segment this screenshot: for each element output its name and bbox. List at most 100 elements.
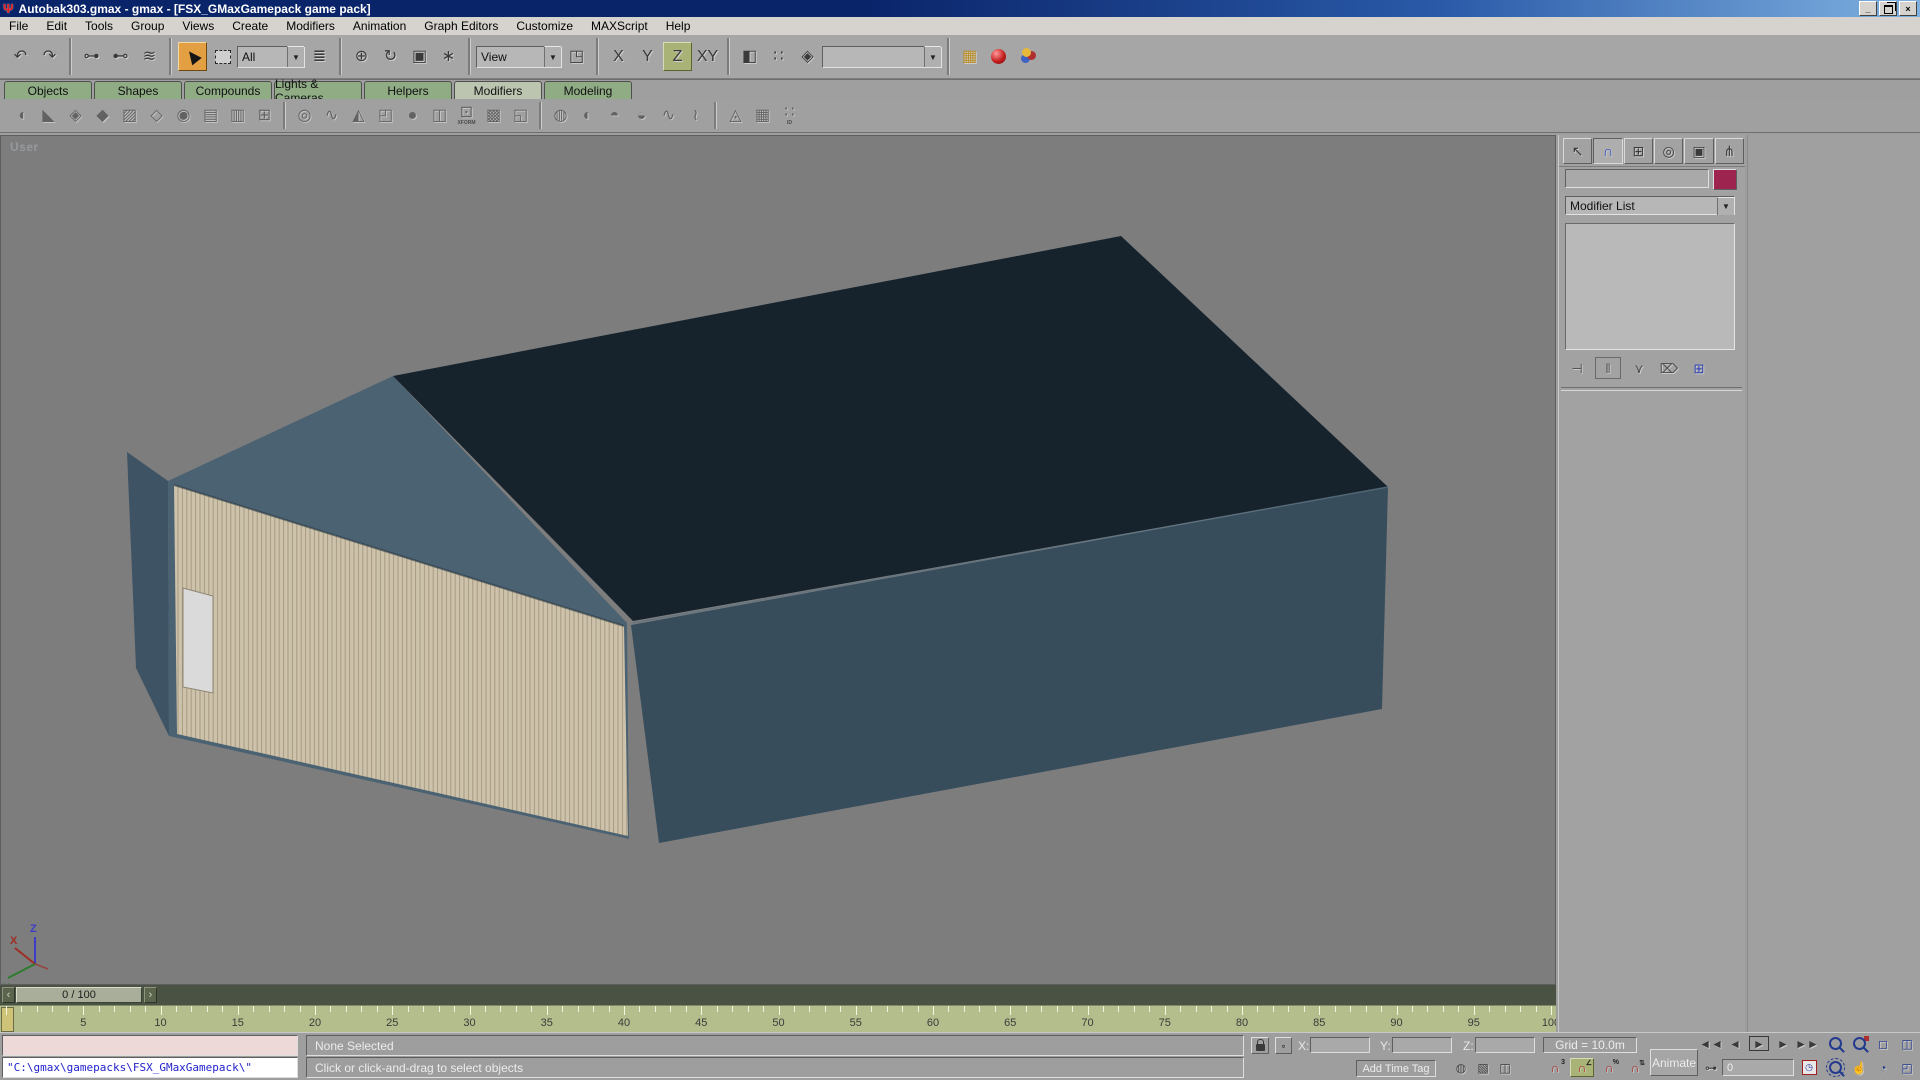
modifier-icon-1[interactable]: ◖ — [8, 101, 35, 131]
building-model[interactable] — [127, 236, 1388, 843]
key-mode-toggle-button[interactable]: ⊶ — [1700, 1059, 1722, 1076]
material-id-icon[interactable]: ∷ID — [776, 101, 803, 131]
object-name-field[interactable] — [1565, 169, 1709, 188]
percent-snap-toggle-button[interactable]: ∩% — [1598, 1059, 1620, 1076]
modifier-icon-7[interactable]: ◉ — [170, 101, 197, 131]
modifier-icon-13[interactable]: ◭ — [345, 101, 372, 131]
selection-lock-toggle[interactable] — [1251, 1037, 1269, 1054]
add-time-tag-button[interactable]: Add Time Tag — [1356, 1060, 1436, 1077]
menu-item-file[interactable]: File — [0, 18, 37, 34]
tab-modeling[interactable]: Modeling — [544, 81, 632, 99]
track-right-arrow-button[interactable]: › — [144, 987, 157, 1003]
modifier-list-dropdown[interactable]: Modifier List ▼ — [1565, 196, 1735, 215]
modifier-icon-23[interactable]: ◒ — [628, 101, 655, 131]
menu-item-graph-editors[interactable]: Graph Editors — [415, 18, 507, 34]
current-frame-field[interactable]: 0 — [1722, 1059, 1794, 1076]
spinner-snap-toggle-button[interactable]: ∩⇅ — [1624, 1059, 1646, 1076]
go-to-end-button[interactable]: ►► — [1796, 1035, 1818, 1052]
tab-compounds[interactable]: Compounds — [184, 81, 272, 99]
tab-objects[interactable]: Objects — [4, 81, 92, 99]
menu-item-views[interactable]: Views — [173, 18, 223, 34]
reference-coordinate-dropdown[interactable]: View▼ — [476, 46, 562, 68]
previous-frame-button[interactable]: ◄ — [1724, 1035, 1746, 1052]
selection-filter-dropdown-arrow-icon[interactable]: ▼ — [287, 46, 304, 67]
modifier-icon-25[interactable]: ≀ — [682, 101, 709, 131]
time-slider-handle[interactable] — [1, 1007, 14, 1032]
modifier-icon-8[interactable]: ▤ — [197, 101, 224, 131]
modifier-icon-9[interactable]: ▥ — [224, 101, 251, 131]
object-color-swatch[interactable] — [1713, 169, 1737, 190]
configure-modifier-sets-button[interactable]: ⊞ — [1687, 358, 1711, 378]
region-select-mode-button[interactable]: ▧ — [1472, 1059, 1494, 1076]
viewport-label[interactable]: User — [10, 140, 39, 154]
create-tab[interactable]: ↖ — [1563, 138, 1592, 164]
named-selection-sets-dropdown[interactable]: ▼ — [822, 46, 942, 68]
unlink-selection-button[interactable]: ⊷ — [107, 43, 134, 70]
redo-button[interactable]: ↷ — [36, 43, 63, 70]
uvw-checker-icon[interactable]: ▦ — [749, 101, 776, 131]
menu-item-modifiers[interactable]: Modifiers — [277, 18, 344, 34]
maxscript-listener-input[interactable] — [2, 1035, 298, 1056]
tab-shapes[interactable]: Shapes — [94, 81, 182, 99]
menu-item-create[interactable]: Create — [223, 18, 277, 34]
select-and-move-button[interactable]: ⊕ — [348, 43, 375, 70]
degradation-override-button[interactable]: ◍ — [1450, 1059, 1472, 1076]
menu-item-help[interactable]: Help — [657, 18, 700, 34]
menu-item-tools[interactable]: Tools — [76, 18, 122, 34]
uvw-map-modifier-icon[interactable]: ◓ — [601, 101, 628, 131]
modifier-icon-15[interactable]: ● — [399, 101, 426, 131]
modifier-icon-20[interactable]: ◍ — [547, 101, 574, 131]
undo-button[interactable]: ↶ — [7, 43, 34, 70]
modifier-list-arrow-icon[interactable]: ▼ — [1717, 197, 1734, 215]
viewport-user[interactable]: Z X Y User — [0, 135, 1556, 985]
render-button[interactable] — [1014, 43, 1041, 70]
modifier-icon-18[interactable]: ▩ — [480, 101, 507, 131]
hierarchy-tab[interactable]: ⊞ — [1624, 138, 1653, 164]
y-coordinate-field[interactable] — [1392, 1037, 1452, 1053]
zoom-extents-all-button[interactable]: ◫ — [1896, 1035, 1918, 1052]
restrict-xy-plane-button[interactable]: XY — [694, 43, 721, 70]
time-slider[interactable]: 0 / 100 — [16, 987, 142, 1003]
align-button[interactable]: ◈ — [794, 43, 821, 70]
select-and-manipulate-button[interactable]: ∗ — [435, 43, 462, 70]
select-and-rotate-button[interactable]: ↻ — [377, 43, 404, 70]
xform-modifier-icon[interactable]: ⊡XFORM — [453, 101, 480, 131]
material-editor-button[interactable] — [985, 43, 1012, 70]
zoom-all-button[interactable] — [1848, 1035, 1870, 1052]
menu-item-group[interactable]: Group — [122, 18, 173, 34]
menu-item-edit[interactable]: Edit — [37, 18, 76, 34]
bind-to-space-warp-button[interactable]: ≋ — [136, 43, 163, 70]
arc-rotate-button[interactable]: ◔ — [1872, 1059, 1894, 1076]
modifier-icon-4[interactable]: ◆ — [89, 101, 116, 131]
modifier-icon-2[interactable]: ◣ — [35, 101, 62, 131]
zoom-button[interactable] — [1824, 1035, 1846, 1052]
reference-coordinate-dropdown-arrow-icon[interactable]: ▼ — [544, 46, 561, 67]
modifier-icon-26[interactable]: ◬ — [722, 101, 749, 131]
modifier-icon-10[interactable]: ⊞ — [251, 101, 278, 131]
selection-filter-dropdown[interactable]: All▼ — [237, 46, 305, 68]
select-by-name-button[interactable]: ≣ — [306, 43, 333, 70]
modify-tab[interactable]: ∩ — [1593, 138, 1622, 164]
modifier-icon-5[interactable]: ▨ — [116, 101, 143, 131]
restrict-x-button[interactable]: X — [605, 43, 632, 70]
title-bar[interactable]: Ψ Autobak303.gmax - gmax - [FSX_GMaxGame… — [0, 0, 1920, 17]
track-left-arrow-button[interactable]: ‹ — [2, 987, 15, 1003]
modifier-icon-12[interactable]: ∿ — [318, 101, 345, 131]
window-crossing-toggle-button[interactable]: ◫ — [1494, 1059, 1516, 1076]
absolute-offset-mode-button[interactable]: ◦ — [1275, 1037, 1292, 1054]
tab-lights-cameras[interactable]: Lights & Cameras — [274, 81, 362, 99]
select-object-button[interactable] — [178, 42, 207, 71]
modifier-icon-11[interactable]: ◎ — [291, 101, 318, 131]
select-and-scale-button[interactable]: ▣ — [406, 43, 433, 70]
z-coordinate-field[interactable] — [1475, 1037, 1535, 1053]
play-animation-button[interactable]: ► — [1748, 1035, 1770, 1052]
minimize-button[interactable]: _ — [1859, 1, 1877, 16]
motion-tab[interactable]: ◎ — [1654, 138, 1683, 164]
edit-spline-modifier-icon[interactable]: ∿ — [655, 101, 682, 131]
tab-modifiers[interactable]: Modifiers — [454, 81, 542, 99]
modifier-icon-14[interactable]: ◰ — [372, 101, 399, 131]
snap-toggle-button[interactable]: ∩3 — [1544, 1059, 1566, 1076]
modifier-icon-6[interactable]: ◇ — [143, 101, 170, 131]
animate-button[interactable]: Animate — [1650, 1049, 1698, 1076]
rectangular-selection-region-button[interactable] — [209, 43, 236, 70]
